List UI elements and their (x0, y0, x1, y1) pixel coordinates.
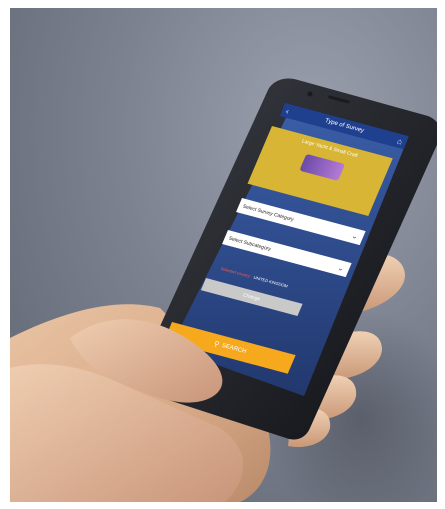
product-photo: ‹ Type of Survey ⌂ Large Yacht & Small C… (10, 8, 437, 502)
hand-foreground (10, 319, 244, 502)
